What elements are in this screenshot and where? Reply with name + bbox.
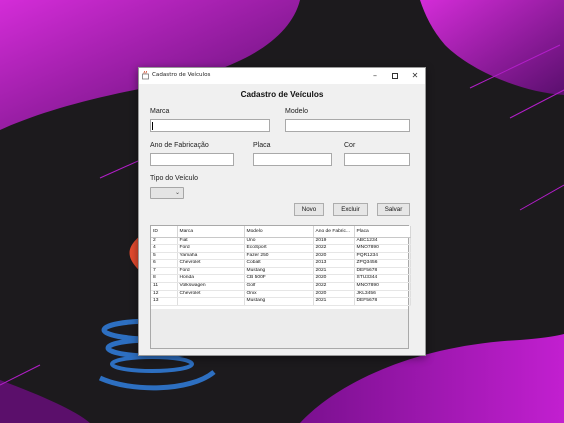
salvar-button[interactable]: Salvar (377, 203, 410, 216)
cell-placa: PQR1234 (354, 252, 411, 261)
cell-marca: Honda (177, 274, 245, 284)
maximize-icon (392, 72, 398, 79)
cell-id: 11 (151, 282, 178, 291)
marca-label: Marca (150, 108, 170, 115)
column-header-id[interactable]: ID (151, 226, 178, 238)
cell-id: 6 (151, 259, 178, 268)
accent-line (0, 364, 41, 386)
vehicles-table[interactable]: ID Marca Modelo Ano de Fabric... Placa 2… (150, 225, 411, 349)
placa-label: Placa (253, 142, 271, 149)
magenta-shape-top-right (420, 0, 564, 95)
cell-marca: Yamaha (177, 252, 245, 261)
table-empty-area (151, 309, 408, 348)
cell-marca: Ford (177, 267, 245, 276)
cor-input[interactable] (345, 162, 409, 174)
column-header-marca[interactable]: Marca (177, 226, 245, 238)
cell-placa: MNO7890 (354, 244, 411, 253)
novo-button[interactable]: Novo (294, 203, 324, 216)
cell-marca: Chevrolet (177, 290, 245, 299)
column-header-ano[interactable]: Ano de Fabric... (313, 226, 355, 238)
tipo-combobox[interactable]: ⌄ (150, 187, 184, 199)
cell-modelo: EcoSport (244, 244, 314, 253)
magenta-shape-bottom-left (0, 380, 90, 423)
cell-placa: STU3344 (354, 274, 411, 284)
cell-placa: MNO7890 (354, 282, 411, 291)
table-header-row: ID Marca Modelo Ano de Fabric... Placa (151, 226, 411, 238)
cell-id: 8 (151, 274, 178, 284)
cell-marca (177, 297, 245, 306)
cell-modelo: Golf (244, 282, 314, 291)
cor-label: Cor (344, 142, 356, 149)
cell-placa: ZPQ3456 (354, 259, 411, 268)
chevron-down-icon: ⌄ (174, 189, 180, 196)
cor-field[interactable] (344, 153, 410, 174)
cell-placa: ABC1234 (354, 237, 411, 246)
cell-marca: Fiat (177, 237, 245, 246)
cell-modelo: Uno (244, 237, 314, 246)
cell-placa: JKL3456 (354, 290, 411, 299)
cell-modelo: Cobalt (244, 259, 314, 268)
table-row[interactable]: 7 Ford Mustang 2021 DEF5678 (151, 267, 411, 276)
column-header-placa[interactable]: Placa (354, 226, 411, 238)
maximize-button[interactable] (385, 68, 405, 84)
cell-marca: Ford (177, 244, 245, 253)
cell-ano: 2020 (313, 252, 355, 261)
cell-ano: 2022 (313, 282, 355, 291)
vehicles-grid: ID Marca Modelo Ano de Fabric... Placa 2… (151, 226, 411, 306)
table-row[interactable]: 6 Chevrolet Cobalt 2013 ZPQ3456 (151, 259, 411, 268)
cell-ano: 2013 (313, 259, 355, 268)
cell-id: 13 (151, 297, 178, 306)
cell-placa: DEF5678 (354, 297, 411, 306)
accent-line (519, 184, 564, 211)
cell-placa: DEF5678 (354, 267, 411, 276)
cell-id: 5 (151, 252, 178, 261)
cell-marca: Volkswagen (177, 282, 245, 291)
window-title: Cadastro de Veículos (152, 72, 211, 78)
cell-id: 12 (151, 290, 178, 299)
cell-modelo: CB 500F (244, 274, 314, 284)
tipo-label: Tipo do Veículo (150, 175, 198, 182)
cell-marca: Chevrolet (177, 259, 245, 268)
ano-field[interactable] (150, 153, 234, 174)
cell-ano: 2021 (313, 297, 355, 306)
modelo-input[interactable] (286, 128, 409, 140)
cell-modelo: Onix (244, 290, 314, 299)
accent-line (509, 89, 564, 119)
table-row[interactable]: 12 Chevrolet Onix 2020 JKL3456 (151, 290, 411, 299)
title-bar[interactable]: Cadastro de Veículos – ✕ (139, 68, 425, 84)
cell-ano: 2020 (313, 290, 355, 299)
cell-id: 7 (151, 267, 178, 276)
minimize-button[interactable]: – (365, 68, 385, 84)
cell-modelo: Fazer 250 (244, 252, 314, 261)
table-row[interactable]: 13 Mustang 2021 DEF5678 (151, 297, 411, 306)
placa-input[interactable] (254, 162, 331, 174)
table-row[interactable]: 11 Volkswagen Golf 2022 MNO7890 (151, 282, 411, 291)
table-row[interactable]: 4 Ford EcoSport 2022 MNO7890 (151, 244, 411, 253)
table-row[interactable]: 2 Fiat Uno 2019 ABC1234 (151, 237, 411, 246)
app-window: Cadastro de Veículos – ✕ Cadastro de Veí… (138, 67, 426, 356)
modelo-field[interactable] (285, 119, 410, 140)
ano-input[interactable] (151, 162, 233, 174)
placa-field[interactable] (253, 153, 332, 174)
modelo-label: Modelo (285, 108, 308, 115)
cell-ano: 2022 (313, 244, 355, 253)
cell-id: 2 (151, 237, 178, 246)
cell-modelo: Mustang (244, 267, 314, 276)
column-header-modelo[interactable]: Modelo (244, 226, 314, 238)
java-app-icon (142, 71, 149, 80)
ano-label: Ano de Fabricação (150, 142, 209, 149)
cell-id: 4 (151, 244, 178, 253)
cell-modelo: Mustang (244, 297, 314, 306)
cell-ano: 2021 (313, 267, 355, 276)
marca-field[interactable] (150, 119, 270, 140)
excluir-button[interactable]: Excluir (333, 203, 368, 216)
close-button[interactable]: ✕ (405, 68, 425, 84)
marca-input[interactable] (151, 128, 269, 140)
form-heading: Cadastro de Veículos (240, 90, 324, 99)
table-row[interactable]: 8 Honda CB 500F 2020 STU3344 (151, 274, 411, 284)
table-row[interactable]: 5 Yamaha Fazer 250 2020 PQR1234 (151, 252, 411, 261)
text-caret (152, 122, 153, 130)
cell-ano: 2020 (313, 274, 355, 284)
cell-ano: 2019 (313, 237, 355, 246)
